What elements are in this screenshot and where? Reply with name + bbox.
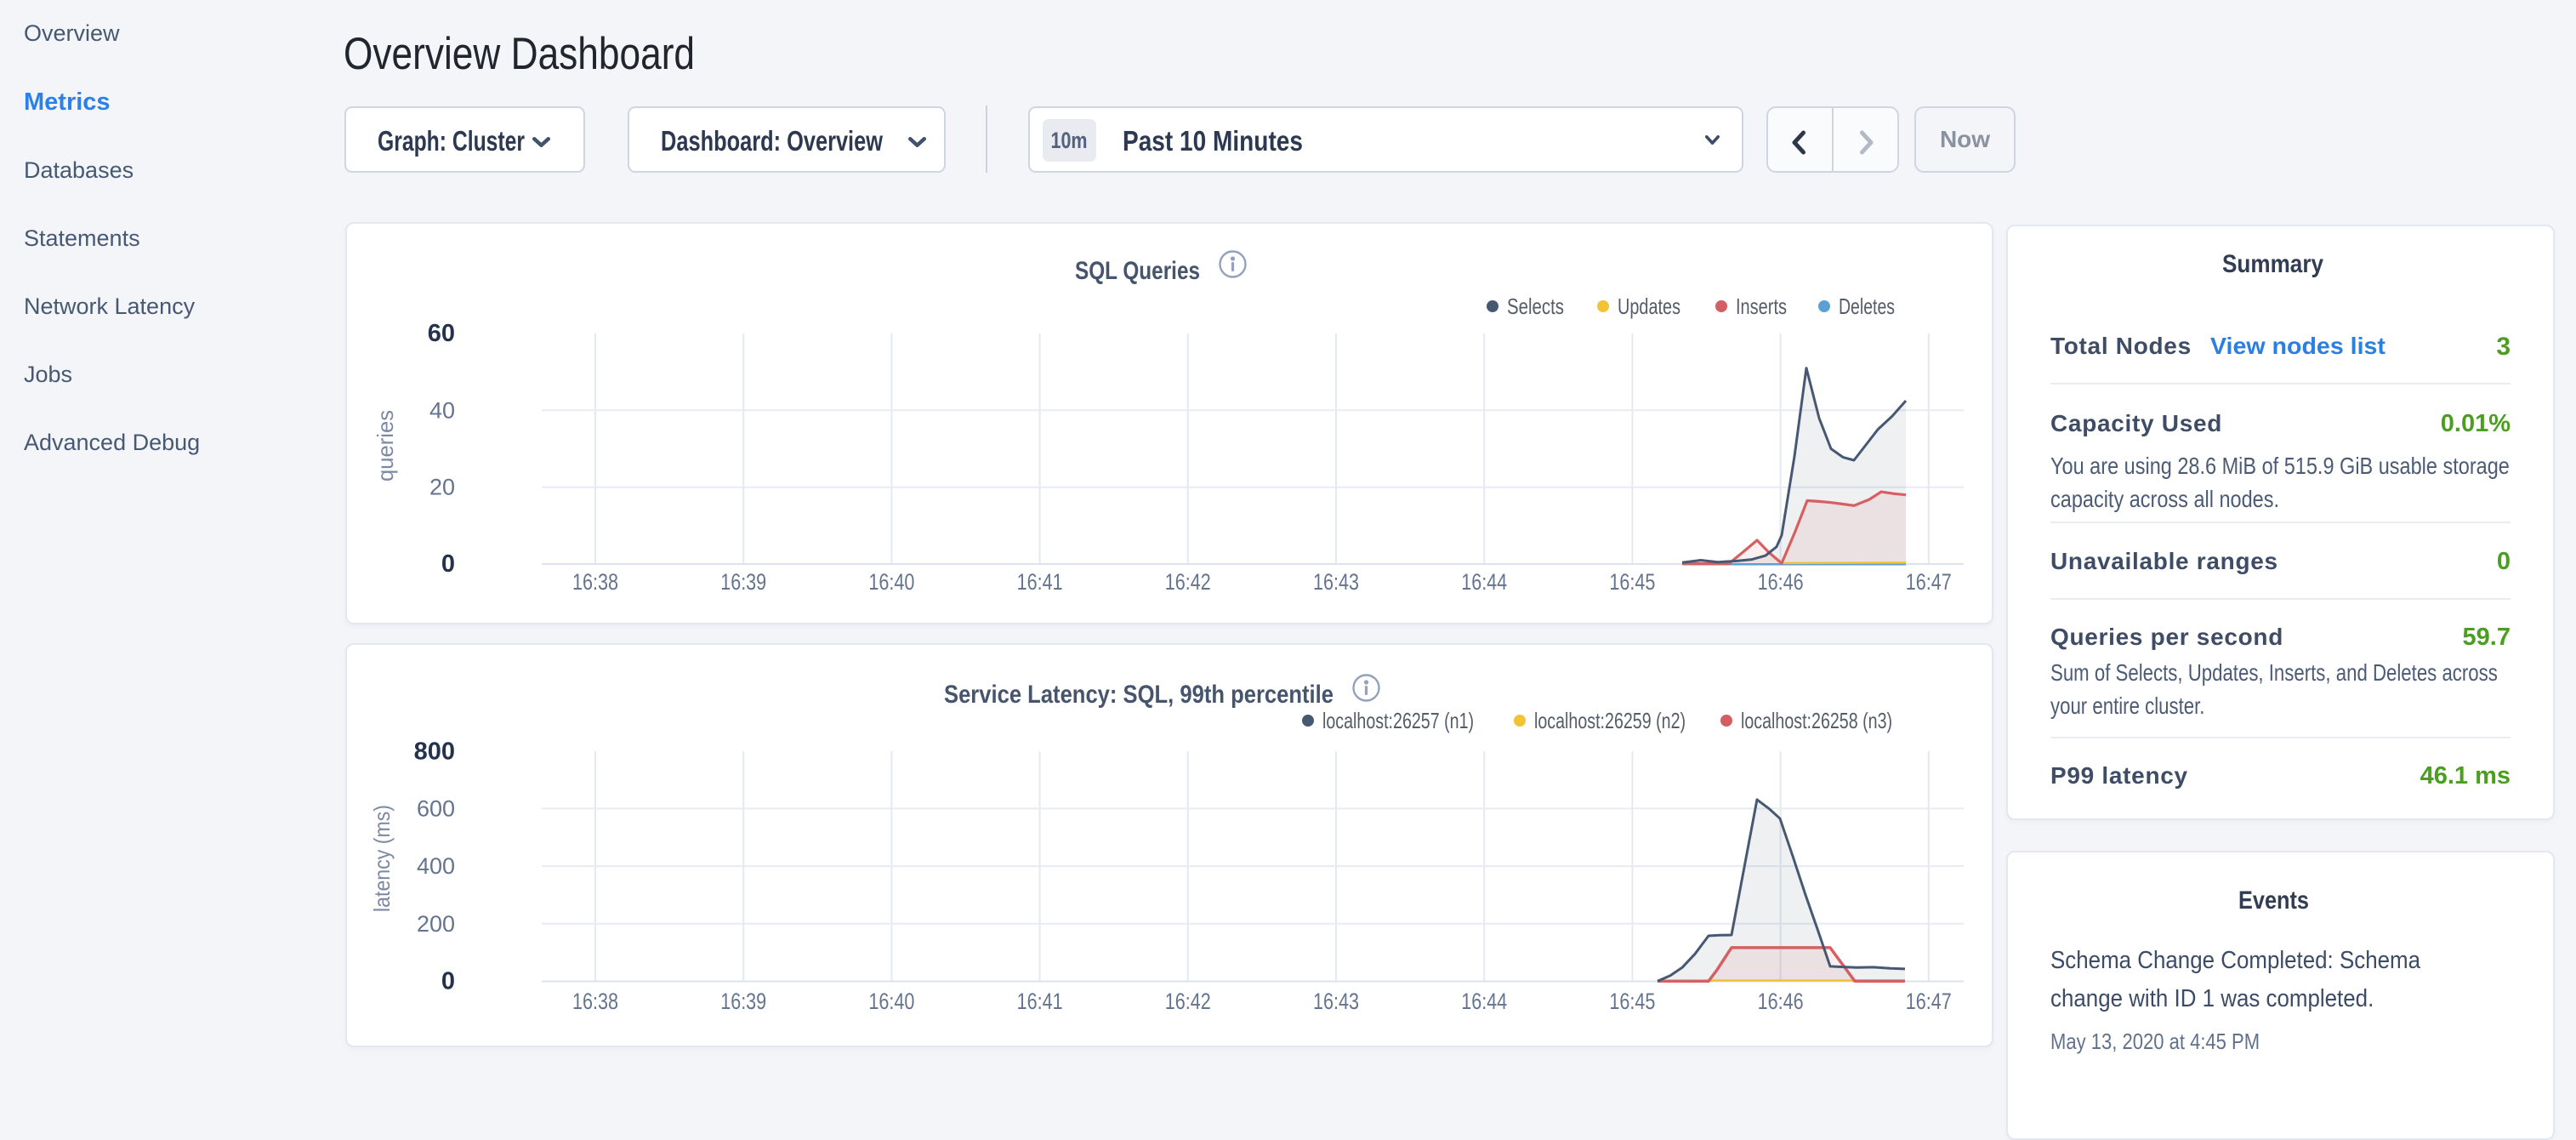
svg-text:16:40: 16:40 bbox=[868, 569, 914, 595]
svg-text:16:43: 16:43 bbox=[1313, 569, 1359, 595]
svg-text:16:41: 16:41 bbox=[1017, 569, 1063, 595]
svg-text:0: 0 bbox=[441, 968, 455, 995]
svg-text:16:39: 16:39 bbox=[720, 569, 766, 595]
svg-text:16:38: 16:38 bbox=[572, 569, 618, 595]
svg-text:16:38: 16:38 bbox=[572, 989, 618, 1014]
svg-text:800: 800 bbox=[414, 738, 455, 766]
svg-text:16:45: 16:45 bbox=[1609, 569, 1655, 595]
svg-text:queries: queries bbox=[372, 410, 398, 482]
svg-text:60: 60 bbox=[428, 320, 455, 347]
svg-text:600: 600 bbox=[417, 795, 455, 821]
svg-text:16:44: 16:44 bbox=[1461, 989, 1507, 1014]
svg-text:16:42: 16:42 bbox=[1165, 569, 1211, 595]
svg-text:16:46: 16:46 bbox=[1758, 569, 1804, 595]
svg-text:16:44: 16:44 bbox=[1461, 569, 1507, 595]
svg-text:16:40: 16:40 bbox=[868, 989, 914, 1014]
svg-text:16:47: 16:47 bbox=[1906, 989, 1952, 1014]
svg-text:16:39: 16:39 bbox=[720, 989, 766, 1014]
svg-text:200: 200 bbox=[417, 911, 455, 937]
svg-text:latency (ms): latency (ms) bbox=[369, 805, 395, 912]
svg-text:16:41: 16:41 bbox=[1017, 989, 1063, 1014]
svg-text:40: 40 bbox=[429, 397, 455, 423]
svg-text:0: 0 bbox=[441, 550, 455, 578]
svg-text:16:46: 16:46 bbox=[1758, 989, 1804, 1014]
svg-text:400: 400 bbox=[417, 853, 455, 879]
svg-text:16:45: 16:45 bbox=[1609, 989, 1655, 1014]
svg-text:16:42: 16:42 bbox=[1165, 989, 1211, 1014]
svg-text:16:43: 16:43 bbox=[1313, 989, 1359, 1014]
svg-text:16:47: 16:47 bbox=[1906, 569, 1952, 595]
svg-text:20: 20 bbox=[429, 475, 455, 500]
